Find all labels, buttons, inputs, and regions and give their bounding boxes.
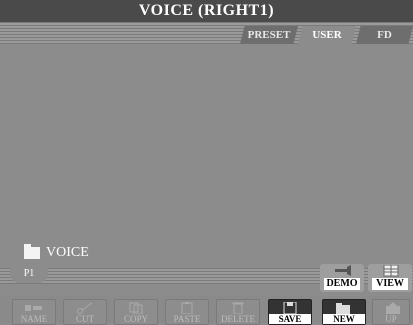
grid-view-icon	[383, 265, 399, 277]
cut-button[interactable]: CUT	[63, 299, 107, 325]
abc-label-icon	[25, 305, 42, 311]
save-button[interactable]: SAVE	[268, 299, 312, 325]
tab-fd[interactable]: FD	[356, 26, 413, 44]
folder-item-voice[interactable]: VOICE	[24, 244, 89, 261]
view-button[interactable]: VIEW	[368, 264, 412, 292]
name-button[interactable]: NAME	[12, 299, 56, 325]
folder-label: VOICE	[46, 245, 89, 260]
demo-label: DEMO	[324, 278, 360, 290]
view-label: VIEW	[372, 278, 408, 290]
copy-button[interactable]: COPY	[114, 299, 158, 325]
tab-user[interactable]: USER	[298, 26, 356, 44]
up-button[interactable]: UP	[372, 299, 410, 325]
copy-icon	[129, 302, 143, 314]
trash-icon	[232, 302, 244, 314]
scissors-icon	[77, 302, 93, 314]
file-list-area	[10, 44, 405, 266]
trumpet-icon	[335, 265, 351, 276]
new-button[interactable]: NEW	[322, 299, 366, 325]
page-tab-p1[interactable]: P1	[10, 265, 48, 283]
tab-preset[interactable]: PRESET	[240, 26, 298, 44]
paste-icon	[181, 302, 193, 314]
paste-button[interactable]: PASTE	[165, 299, 209, 325]
floppy-disk-icon	[283, 302, 297, 314]
folder-up-icon	[386, 302, 400, 314]
new-folder-icon	[336, 303, 350, 314]
window-title: VOICE (RIGHT1)	[0, 0, 413, 22]
folder-icon	[24, 244, 40, 259]
delete-button[interactable]: DELETE	[216, 299, 260, 325]
demo-button[interactable]: DEMO	[320, 264, 364, 292]
